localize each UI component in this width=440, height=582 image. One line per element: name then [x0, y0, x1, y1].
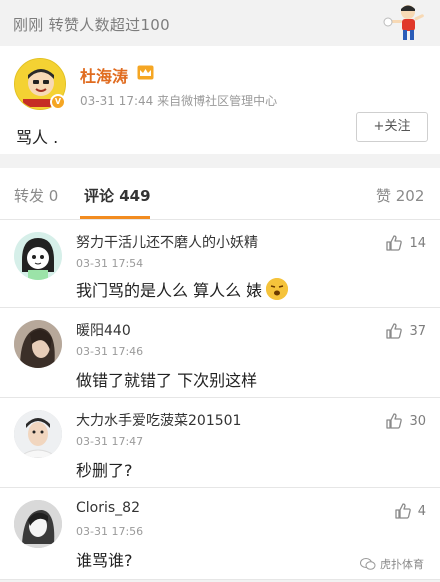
comment-item: 努力干活儿还不磨人的小妖精 03-31 17:54 我门骂的是人么 算人么 婊 …	[0, 220, 440, 308]
commenter-avatar[interactable]	[14, 410, 62, 458]
like-count: 37	[409, 323, 426, 339]
tab-comments[interactable]: 评论 449	[84, 185, 151, 206]
like-button[interactable]: 4	[394, 500, 426, 522]
follow-button[interactable]: +关注	[356, 112, 428, 142]
wechat-icon	[360, 558, 376, 570]
like-count: 4	[417, 503, 426, 519]
comment-text: 秒删了?	[76, 461, 133, 480]
commenter-avatar[interactable]	[14, 500, 62, 548]
mascot-illustration	[383, 5, 424, 40]
commenter-avatar[interactable]	[14, 320, 62, 368]
like-count: 30	[409, 413, 426, 429]
verified-badge-icon: V	[50, 94, 66, 110]
comment-text: 谁骂谁?	[76, 551, 133, 570]
thumbs-up-icon	[386, 323, 403, 339]
weibo-post: V 杜海涛 03-31 17:44 来自微博社区管理中心 +关注 骂人 .	[0, 46, 440, 154]
like-button[interactable]: 14	[385, 232, 426, 254]
commenter-name[interactable]: 大力水手爱吃菠菜201501	[76, 410, 241, 430]
comment-item: 暖阳440 03-31 17:46 做错了就错了 下次别这样 37	[0, 308, 440, 398]
like-button[interactable]: 37	[385, 320, 426, 342]
crown-icon	[137, 65, 154, 80]
interaction-tabs: 转发 0 评论 449 赞 202	[0, 168, 440, 220]
comment-time: 03-31 17:46	[76, 345, 144, 358]
comment-time: 03-31 17:54	[76, 257, 144, 270]
comment-text: 做错了就错了 下次别这样	[76, 371, 258, 390]
commenter-name[interactable]: Cloris_82	[76, 500, 140, 516]
commenter-name[interactable]: 努力干活儿还不磨人的小妖精	[76, 232, 258, 252]
like-count: 14	[409, 235, 426, 251]
repost-notice: 刚刚 转赞人数超过100	[13, 16, 170, 34]
comment-text: 我门骂的是人么 算人么 婊	[76, 277, 289, 301]
active-tab-underline	[80, 216, 150, 219]
watermark: 虎扑体育	[360, 556, 424, 572]
comment-time: 03-31 17:47	[76, 435, 144, 448]
angry-emoji-icon	[266, 278, 289, 300]
top-notice-bar: 刚刚 转赞人数超过100	[0, 0, 440, 46]
thumbs-up-icon	[386, 235, 403, 251]
thumbs-up-icon	[395, 503, 411, 519]
comment-list: 努力干活儿还不磨人的小妖精 03-31 17:54 我门骂的是人么 算人么 婊 …	[0, 220, 440, 580]
comment-time: 03-31 17:56	[76, 525, 144, 538]
like-button[interactable]: 30	[385, 410, 426, 432]
commenter-name[interactable]: 暖阳440	[76, 320, 131, 340]
tab-repost[interactable]: 转发 0	[14, 185, 58, 206]
post-body: 骂人 .	[16, 128, 59, 147]
watermark-text: 虎扑体育	[380, 558, 424, 571]
author-name[interactable]: 杜海涛	[80, 63, 128, 87]
thumbs-up-icon	[386, 413, 403, 429]
commenter-avatar[interactable]	[14, 232, 62, 280]
post-meta: 03-31 17:44 来自微博社区管理中心	[80, 94, 278, 108]
tab-likes[interactable]: 赞 202	[376, 185, 424, 206]
comment-item: 大力水手爱吃菠菜201501 03-31 17:47 秒删了? 30	[0, 398, 440, 488]
